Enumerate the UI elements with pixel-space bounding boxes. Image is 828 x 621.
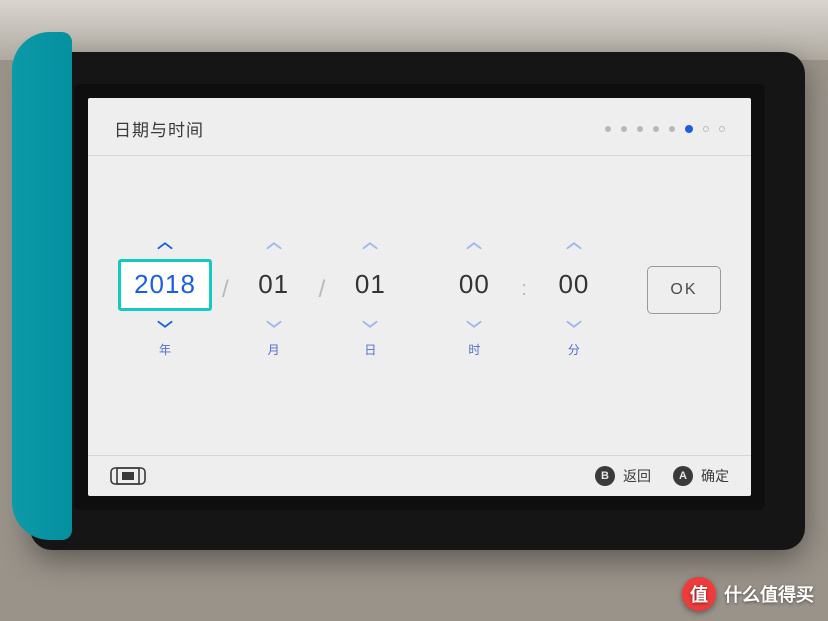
- label-hour: 时: [468, 341, 480, 355]
- ok-button[interactable]: OK: [647, 266, 721, 314]
- date-separator: /: [317, 276, 328, 304]
- progress-dot: [669, 126, 675, 132]
- chevron-down-icon[interactable]: [361, 319, 379, 329]
- value-minute[interactable]: 00: [539, 259, 609, 311]
- chevron-up-icon[interactable]: [265, 241, 283, 251]
- b-button-icon: B: [595, 466, 615, 486]
- label-month: 月: [268, 341, 280, 355]
- hint-back: B 返回: [595, 466, 651, 486]
- progress-dot-active: [685, 125, 693, 133]
- field-minute[interactable]: 00 分: [539, 241, 609, 355]
- progress-dot: [719, 126, 725, 132]
- smzdm-badge-icon: 值: [682, 577, 716, 611]
- joycon-left: [12, 32, 72, 540]
- button-hints: B 返回 A 确定: [595, 466, 729, 486]
- chevron-down-icon[interactable]: [156, 319, 174, 329]
- chevron-up-icon[interactable]: [156, 241, 174, 251]
- setup-progress-dots: [605, 125, 725, 133]
- progress-dot: [621, 126, 627, 132]
- smzdm-watermark: 值 什么值得买: [682, 577, 814, 611]
- a-button-icon: A: [673, 466, 693, 486]
- picker-fields: 2018 年 / 01 月 / 01: [118, 241, 609, 355]
- date-separator: /: [220, 276, 231, 304]
- progress-dot: [703, 126, 709, 132]
- date-time-picker: 2018 年 / 01 月 / 01: [88, 156, 751, 455]
- field-month[interactable]: 01 月: [239, 241, 309, 355]
- chevron-up-icon[interactable]: [361, 241, 379, 251]
- screen-content: 日期与时间 2018: [88, 98, 751, 496]
- chevron-down-icon[interactable]: [465, 319, 483, 329]
- hint-confirm-label: 确定: [701, 466, 729, 486]
- value-hour[interactable]: 00: [439, 259, 509, 311]
- page-title: 日期与时间: [114, 116, 204, 141]
- nintendo-switch-device: 日期与时间 2018: [30, 52, 805, 550]
- chevron-up-icon[interactable]: [565, 241, 583, 251]
- smzdm-text: 什么值得买: [724, 581, 814, 607]
- value-year[interactable]: 2018: [118, 259, 212, 311]
- chevron-up-icon[interactable]: [465, 241, 483, 251]
- field-hour[interactable]: 00 时: [439, 241, 509, 355]
- hint-back-label: 返回: [623, 466, 651, 486]
- label-minute: 分: [568, 341, 580, 355]
- photo-background: [0, 0, 828, 60]
- footer-bar: B 返回 A 确定: [88, 455, 751, 496]
- hint-confirm: A 确定: [673, 466, 729, 486]
- chevron-down-icon[interactable]: [565, 319, 583, 329]
- screen-bezel: 日期与时间 2018: [74, 84, 765, 510]
- controller-icon: [110, 467, 146, 485]
- progress-dot: [637, 126, 643, 132]
- chevron-down-icon[interactable]: [265, 319, 283, 329]
- value-day[interactable]: 01: [335, 259, 405, 311]
- label-year: 年: [159, 341, 171, 355]
- header-bar: 日期与时间: [88, 98, 751, 156]
- label-day: 日: [364, 341, 376, 355]
- progress-dot: [653, 126, 659, 132]
- field-day[interactable]: 01 日: [335, 241, 405, 355]
- progress-dot: [605, 126, 611, 132]
- field-year[interactable]: 2018 年: [118, 241, 212, 355]
- value-month[interactable]: 01: [239, 259, 309, 311]
- time-separator: :: [517, 278, 531, 301]
